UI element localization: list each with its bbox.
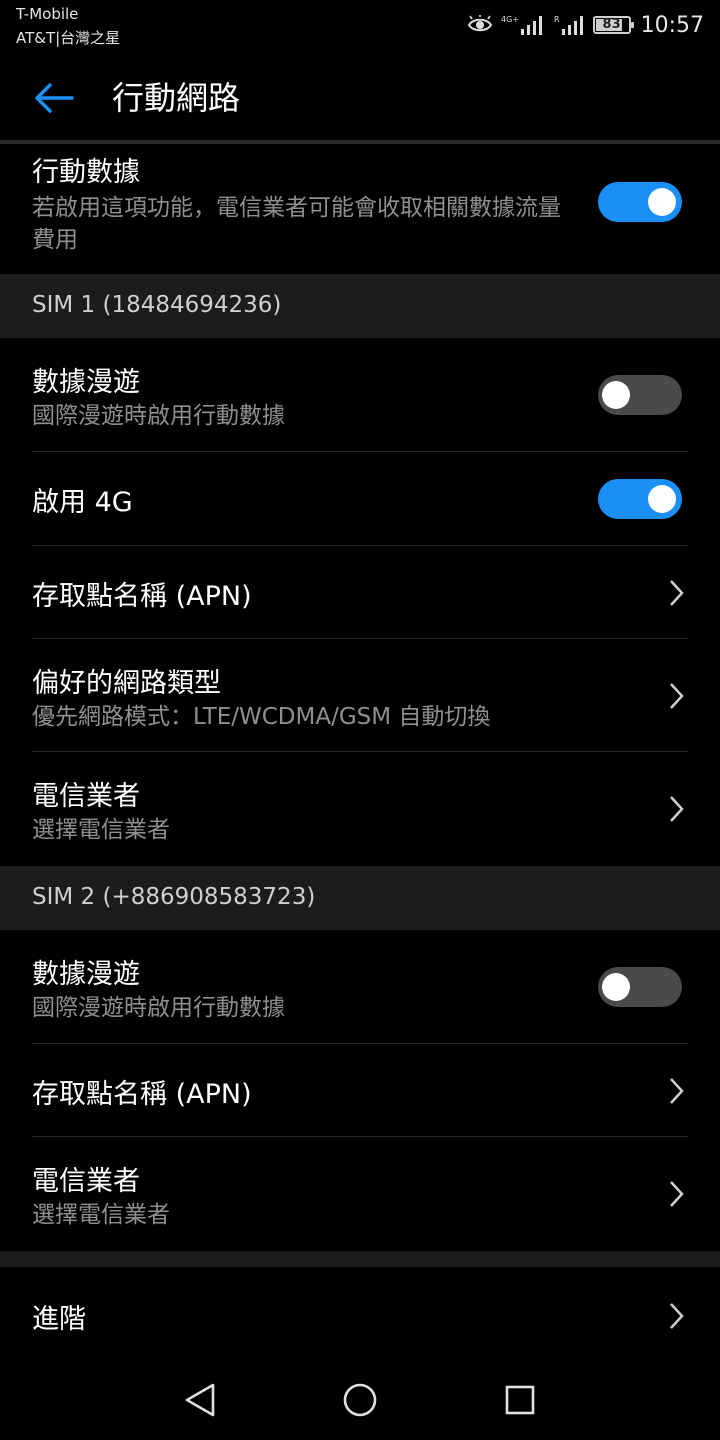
navigation-bar bbox=[0, 1360, 720, 1440]
chevron-right-icon bbox=[664, 1300, 688, 1332]
status-clock: 10:57 bbox=[640, 12, 704, 38]
chevron-right-icon bbox=[664, 793, 688, 825]
section-gap bbox=[0, 1251, 720, 1267]
battery-icon: 83 bbox=[592, 16, 634, 34]
sim2-apn-title: 存取點名稱 (APN) bbox=[32, 1079, 252, 1110]
settings-list: 行動數據 若啟用這項功能，電信業者可能會收取相關數據流量費用 SIM 1 (18… bbox=[0, 144, 720, 1363]
sim2-section-header: SIM 2 (+886908583723) bbox=[0, 866, 720, 930]
signal-roaming-icon: R bbox=[554, 14, 585, 36]
sim2-roaming-toggle[interactable] bbox=[598, 967, 682, 1007]
mobile-data-row[interactable]: 行動數據 若啟用這項功能，電信業者可能會收取相關數據流量費用 bbox=[0, 144, 720, 274]
sim1-apn-row[interactable]: 存取點名稱 (APN) bbox=[0, 546, 720, 639]
sim1-roaming-subtitle: 國際漫遊時啟用行動數據 bbox=[32, 403, 285, 429]
toggle-knob bbox=[648, 188, 676, 216]
nav-home-button[interactable] bbox=[336, 1376, 384, 1424]
nav-recents-button[interactable] bbox=[496, 1376, 544, 1424]
sim2-carrier-title: 電信業者 bbox=[32, 1166, 140, 1197]
chevron-right-icon bbox=[664, 1178, 688, 1210]
toggle-knob bbox=[602, 381, 630, 409]
sim2-header-text: SIM 2 (+886908583723) bbox=[32, 884, 316, 910]
sim1-enable-4g-toggle[interactable] bbox=[598, 479, 682, 519]
roaming-label: R bbox=[554, 14, 560, 24]
sim2-carrier-subtitle: 選擇電信業者 bbox=[32, 1202, 170, 1228]
toggle-knob bbox=[602, 973, 630, 1001]
status-icons: 4G+ R 83 10:57 bbox=[467, 8, 704, 42]
advanced-title: 進階 bbox=[32, 1304, 86, 1335]
triangle-back-icon bbox=[185, 1383, 215, 1417]
sim2-roaming-title: 數據漫遊 bbox=[32, 959, 140, 990]
mobile-data-subtitle: 若啟用這項功能，電信業者可能會收取相關數據流量費用 bbox=[32, 195, 561, 253]
battery-level: 83 bbox=[602, 17, 621, 32]
sim1-roaming-title: 數據漫遊 bbox=[32, 367, 140, 398]
mobile-network-screen: T-Mobile AT&T|台灣之星 4G+ R 83 10:57 行動網路 行… bbox=[0, 0, 720, 1440]
advanced-row[interactable]: 進階 bbox=[0, 1267, 720, 1363]
eye-comfort-icon bbox=[467, 15, 493, 35]
nav-back-button[interactable] bbox=[176, 1376, 224, 1424]
chevron-right-icon bbox=[664, 680, 688, 712]
mobile-data-title: 行動數據 bbox=[32, 157, 140, 188]
circle-home-icon bbox=[343, 1383, 377, 1417]
sim1-apn-title: 存取點名稱 (APN) bbox=[32, 581, 252, 612]
back-button[interactable] bbox=[28, 76, 80, 120]
sim2-roaming-row[interactable]: 數據漫遊 國際漫遊時啟用行動數據 bbox=[0, 930, 720, 1044]
sim1-carrier-subtitle: 選擇電信業者 bbox=[32, 817, 170, 843]
sim1-network-type-subtitle: 優先網路模式：LTE/WCDMA/GSM 自動切換 bbox=[32, 704, 491, 730]
toggle-knob bbox=[648, 485, 676, 513]
square-recents-icon bbox=[505, 1385, 535, 1415]
sim1-enable-4g-row[interactable]: 啟用 4G bbox=[0, 452, 720, 546]
sim2-apn-row[interactable]: 存取點名稱 (APN) bbox=[0, 1044, 720, 1137]
signal-4g-icon: 4G+ bbox=[501, 14, 546, 36]
network-type-label: 4G+ bbox=[501, 14, 520, 24]
sim1-roaming-row[interactable]: 數據漫遊 國際漫遊時啟用行動數據 bbox=[0, 338, 720, 452]
sim1-carrier-title: 電信業者 bbox=[32, 781, 140, 812]
arrow-left-icon bbox=[35, 83, 74, 113]
chevron-right-icon bbox=[664, 1075, 688, 1107]
status-bar: T-Mobile AT&T|台灣之星 4G+ R 83 10:57 bbox=[0, 0, 720, 56]
sim1-roaming-toggle[interactable] bbox=[598, 375, 682, 415]
sim1-section-header: SIM 1 (18484694236) bbox=[0, 274, 720, 338]
chevron-right-icon bbox=[664, 577, 688, 609]
sim1-header-text: SIM 1 (18484694236) bbox=[32, 292, 282, 318]
sim1-enable-4g-title: 啟用 4G bbox=[32, 487, 133, 518]
sim2-carrier-row[interactable]: 電信業者 選擇電信業者 bbox=[0, 1137, 720, 1251]
sim1-network-type-row[interactable]: 偏好的網路類型 優先網路模式：LTE/WCDMA/GSM 自動切換 bbox=[0, 639, 720, 752]
mobile-data-toggle[interactable] bbox=[598, 182, 682, 222]
app-bar: 行動網路 bbox=[0, 56, 720, 140]
sim1-network-type-title: 偏好的網路類型 bbox=[32, 668, 221, 699]
carrier-primary: T-Mobile bbox=[16, 5, 79, 23]
sim2-roaming-subtitle: 國際漫遊時啟用行動數據 bbox=[32, 995, 285, 1021]
page-title: 行動網路 bbox=[112, 79, 241, 117]
carrier-secondary: AT&T|台灣之星 bbox=[16, 29, 121, 47]
sim1-carrier-row[interactable]: 電信業者 選擇電信業者 bbox=[0, 752, 720, 866]
